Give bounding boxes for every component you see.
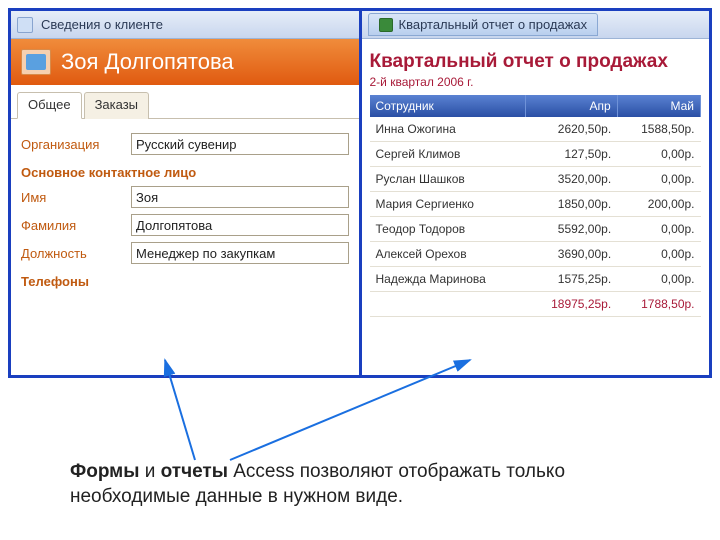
cell-employee: Инна Ожогина: [370, 117, 526, 142]
table-header-row: Сотрудник Апр Май: [370, 95, 701, 117]
cell-apr: 1575,25р.: [525, 267, 617, 292]
label-firstname: Имя: [21, 190, 131, 205]
total-may: 1788,50р.: [617, 292, 700, 317]
form-window-icon: [17, 17, 33, 33]
col-employee: Сотрудник: [370, 95, 526, 117]
label-position: Должность: [21, 246, 131, 261]
section-contact: Основное контактное лицо: [21, 165, 349, 180]
input-lastname[interactable]: [131, 214, 349, 236]
report-title: Квартальный отчет о продажах: [370, 51, 702, 73]
report-subtitle: 2-й квартал 2006 г.: [370, 75, 702, 89]
cell-may: 0,00р.: [617, 142, 700, 167]
tab-general[interactable]: Общее: [17, 92, 82, 119]
cell-employee: Алексей Орехов: [370, 242, 526, 267]
table-total-row: 18975,25р. 1788,50р.: [370, 292, 701, 317]
report-window-titlebar: Квартальный отчет о продажах: [362, 11, 710, 39]
form-body: Организация Основное контактное лицо Имя…: [11, 119, 359, 375]
report-table: Сотрудник Апр Май Инна Ожогина2620,50р.1…: [370, 95, 702, 317]
cell-employee: Сергей Климов: [370, 142, 526, 167]
caption-text: Формы и отчеты Access позволяют отобража…: [70, 460, 660, 509]
caption-bold-forms: Формы: [70, 461, 139, 482]
total-label: [370, 292, 526, 317]
table-row: Руслан Шашков3520,00р.0,00р.: [370, 167, 701, 192]
table-row: Надежда Маринова1575,25р.0,00р.: [370, 267, 701, 292]
input-position[interactable]: [131, 242, 349, 264]
cell-employee: Мария Сергиенко: [370, 192, 526, 217]
caption-bold-reports: отчеты: [161, 461, 228, 482]
cell-may: 1588,50р.: [617, 117, 700, 142]
table-row: Теодор Тодоров5592,00р.0,00р.: [370, 217, 701, 242]
field-row-firstname: Имя: [21, 186, 349, 208]
cell-apr: 127,50р.: [525, 142, 617, 167]
field-row-position: Должность: [21, 242, 349, 264]
form-pane: Сведения о клиенте Зоя Долгопятова Общее…: [11, 11, 359, 375]
input-firstname[interactable]: [131, 186, 349, 208]
cell-apr: 2620,50р.: [525, 117, 617, 142]
cell-employee: Руслан Шашков: [370, 167, 526, 192]
report-tab-icon: [379, 18, 393, 32]
cell-apr: 1850,00р.: [525, 192, 617, 217]
caption-mid: и: [139, 461, 160, 482]
cell-may: 0,00р.: [617, 242, 700, 267]
table-row: Мария Сергиенко1850,00р.200,00р.: [370, 192, 701, 217]
total-apr: 18975,25р.: [525, 292, 617, 317]
report-tab-label: Квартальный отчет о продажах: [399, 17, 588, 32]
label-lastname: Фамилия: [21, 218, 131, 233]
col-apr: Апр: [525, 95, 617, 117]
cell-may: 0,00р.: [617, 217, 700, 242]
field-row-lastname: Фамилия: [21, 214, 349, 236]
cell-may: 0,00р.: [617, 267, 700, 292]
col-may: Май: [617, 95, 700, 117]
input-org[interactable]: [131, 133, 349, 155]
app-frame: Сведения о клиенте Зоя Долгопятова Общее…: [8, 8, 712, 378]
field-row-org: Организация: [21, 133, 349, 155]
cell-employee: Надежда Маринова: [370, 267, 526, 292]
table-row: Инна Ожогина2620,50р.1588,50р.: [370, 117, 701, 142]
section-phones: Телефоны: [21, 274, 349, 289]
form-window-title: Сведения о клиенте: [41, 17, 163, 32]
form-window-titlebar: Сведения о клиенте: [11, 11, 359, 39]
cell-employee: Теодор Тодоров: [370, 217, 526, 242]
form-subtabs: Общее Заказы: [11, 85, 359, 119]
cell-apr: 3690,00р.: [525, 242, 617, 267]
form-header-icon: [21, 49, 51, 75]
form-person-name: Зоя Долгопятова: [61, 49, 234, 75]
report-tab[interactable]: Квартальный отчет о продажах: [368, 13, 599, 36]
cell-may: 200,00р.: [617, 192, 700, 217]
tab-orders[interactable]: Заказы: [84, 92, 149, 119]
label-org: Организация: [21, 137, 131, 152]
form-header: Зоя Долгопятова: [11, 39, 359, 85]
cell-apr: 5592,00р.: [525, 217, 617, 242]
cell-may: 0,00р.: [617, 167, 700, 192]
table-row: Алексей Орехов3690,00р.0,00р.: [370, 242, 701, 267]
table-row: Сергей Климов127,50р.0,00р.: [370, 142, 701, 167]
report-body: Квартальный отчет о продажах 2-й квартал…: [362, 39, 710, 375]
report-pane: Квартальный отчет о продажах Квартальный…: [362, 11, 710, 375]
cell-apr: 3520,00р.: [525, 167, 617, 192]
